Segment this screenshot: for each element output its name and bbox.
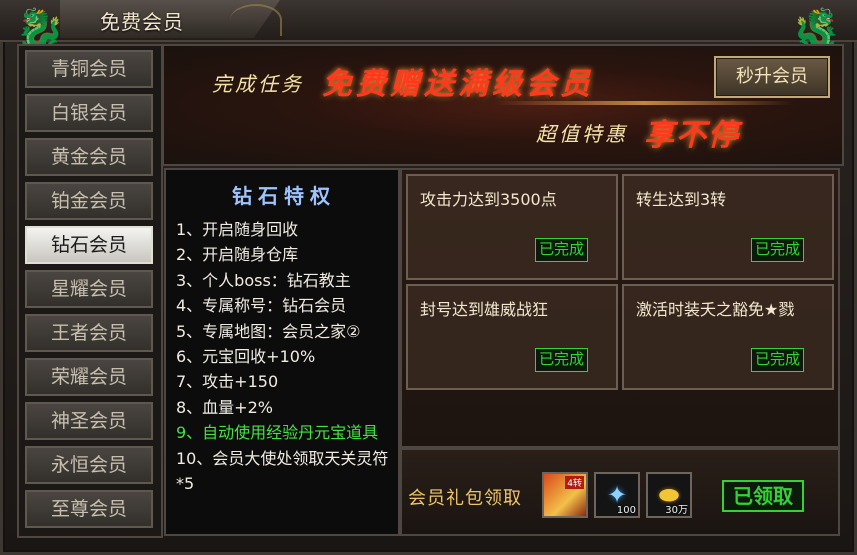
gift-item-slot[interactable]: ✦ 100 xyxy=(594,472,640,518)
gift-item-slot[interactable]: 4转 xyxy=(542,472,588,518)
task-status-badge: 已完成 xyxy=(534,348,588,372)
privilege-item: 1、开启随身回收 xyxy=(176,220,299,239)
sidebar-item-bronze[interactable]: 青铜会员 xyxy=(25,50,153,88)
item-quantity: 100 xyxy=(616,505,636,516)
gift-pack-bar: 会员礼包领取 4转 ✦ 100 ⬬ 30万 已领取 xyxy=(400,448,840,536)
sidebar-item-holy[interactable]: 神圣会员 xyxy=(25,402,153,440)
sidebar-item-eternal[interactable]: 永恒会员 xyxy=(25,446,153,484)
privilege-item-highlight: 9、自动使用经验丹元宝道具 xyxy=(176,423,379,443)
banner-line2-prefix: 超值特惠 xyxy=(536,122,628,146)
banner-line1-highlight: 免费赠送满级会员 xyxy=(322,67,594,102)
item-quantity: 30万 xyxy=(665,505,688,516)
membership-tier-sidebar: 青铜会员 白银会员 黄金会员 铂金会员 钻石会员 星耀会员 王者会员 荣耀会员 … xyxy=(17,44,163,538)
privileges-panel: 钻石特权 1、开启随身回收 2、开启随身仓库 3、个人boss：钻石教主 4、专… xyxy=(164,168,400,536)
privilege-item: 5、专属地图：会员之家② xyxy=(176,321,361,341)
privilege-item: 6、元宝回收+10% xyxy=(176,347,316,367)
sidebar-item-star[interactable]: 星耀会员 xyxy=(25,270,153,308)
task-status-badge: 已完成 xyxy=(534,238,588,262)
free-membership-window: 🐉 免费会员 🐉 青铜会员 白银会员 黄金会员 铂金会员 钻石会员 星耀会员 王… xyxy=(0,0,857,555)
sidebar-item-king[interactable]: 王者会员 xyxy=(25,314,153,352)
sidebar-item-diamond[interactable]: 钻石会员 xyxy=(25,226,153,264)
privileges-title: 钻石特权 xyxy=(232,184,336,208)
privilege-item: 4、专属称号：钻石会员 xyxy=(176,296,347,316)
task-label: 转生达到3转 xyxy=(636,190,727,209)
sidebar-item-supreme[interactable]: 至尊会员 xyxy=(25,490,153,528)
task-status-badge: 已完成 xyxy=(750,348,804,372)
gift-pack-label: 会员礼包领取 xyxy=(408,488,522,509)
claimed-button[interactable]: 已领取 xyxy=(722,480,804,512)
privilege-item: 2、开启随身仓库 xyxy=(176,245,299,265)
privilege-item: 8、血量+2% xyxy=(176,397,273,417)
sidebar-item-silver[interactable]: 白银会员 xyxy=(25,94,153,132)
sidebar-item-glory[interactable]: 荣耀会员 xyxy=(25,358,153,396)
privilege-item: 7、攻击+150 xyxy=(176,372,279,392)
privilege-item: 3、个人boss：钻石教主 xyxy=(176,270,351,290)
task-card-title: 封号达到雄威战狂 已完成 xyxy=(406,284,618,390)
task-label: 攻击力达到3500点 xyxy=(420,190,557,209)
promo-banner: 完成任务 免费赠送满级会员 超值特惠 享不停 秒升会员 xyxy=(162,44,844,166)
instant-upgrade-button[interactable]: 秒升会员 xyxy=(714,56,830,98)
window-title: 免费会员 xyxy=(100,10,184,34)
banner-line2-highlight: 享不停 xyxy=(644,118,740,153)
task-label: 封号达到雄威战狂 xyxy=(420,300,549,319)
task-card-fashion: 激活时装夭之豁免★戮 已完成 xyxy=(622,284,834,390)
privilege-item: 10、会员大使处领取天关灵符*5 xyxy=(176,448,389,494)
task-label: 激活时装夭之豁免★戮 xyxy=(636,300,795,319)
task-card-rebirth: 转生达到3转 已完成 xyxy=(622,174,834,280)
task-status-badge: 已完成 xyxy=(750,238,804,262)
item-tag: 4转 xyxy=(565,476,584,489)
title-swirl-ornament xyxy=(230,4,282,36)
sidebar-item-platinum[interactable]: 铂金会员 xyxy=(25,182,153,220)
title-bar: 🐉 免费会员 🐉 xyxy=(0,0,857,53)
banner-line1-prefix: 完成任务 xyxy=(212,72,304,96)
task-card-attack: 攻击力达到3500点 已完成 xyxy=(406,174,618,280)
task-grid: 攻击力达到3500点 已完成 转生达到3转 已完成 封号达到雄威战狂 已完成 激… xyxy=(400,168,840,448)
privileges-list: 1、开启随身回收 2、开启随身仓库 3、个人boss：钻石教主 4、专属称号：钻… xyxy=(176,217,392,496)
sidebar-item-gold[interactable]: 黄金会员 xyxy=(25,138,153,176)
gift-item-slot[interactable]: ⬬ 30万 xyxy=(646,472,692,518)
